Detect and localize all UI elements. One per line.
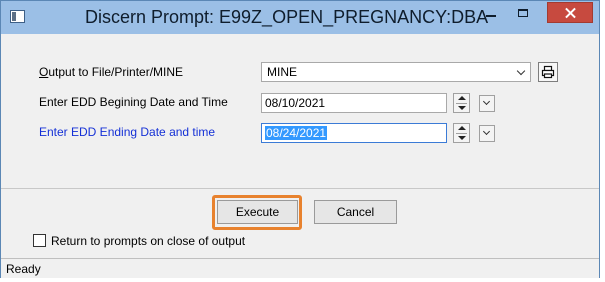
edd-begin-value: 08/10/2021	[265, 96, 326, 110]
edd-begin-spinner[interactable]	[453, 93, 470, 113]
edd-end-spinner[interactable]	[453, 123, 470, 143]
discern-prompt-window: Discern Prompt: E99Z_OPEN_PREGNANCY:DBA …	[0, 0, 600, 278]
chevron-down-icon	[516, 66, 526, 76]
minimize-button[interactable]	[481, 5, 501, 25]
spin-down-icon[interactable]	[458, 136, 466, 140]
title-bar[interactable]: Discern Prompt: E99Z_OPEN_PREGNANCY:DBA	[1, 1, 599, 34]
window-title: Discern Prompt: E99Z_OPEN_PREGNANCY:DBA	[85, 7, 489, 27]
edd-end-value: 08/24/2021	[265, 126, 328, 140]
execute-highlight-box	[212, 195, 302, 230]
status-text: Ready	[6, 262, 41, 276]
divider	[1, 188, 599, 189]
output-value: MINE	[267, 65, 297, 79]
return-to-prompts-checkbox[interactable]	[33, 234, 46, 247]
app-window-icon	[10, 10, 25, 23]
maximize-button[interactable]	[513, 5, 533, 25]
output-dropdown[interactable]: MINE	[261, 62, 531, 82]
printer-button[interactable]	[538, 62, 558, 82]
edd-begin-date-input[interactable]: 08/10/2021	[261, 93, 447, 113]
spin-up-icon[interactable]	[458, 126, 466, 130]
close-button[interactable]	[547, 2, 593, 23]
edd-end-calendar-dropdown[interactable]	[479, 125, 495, 142]
edd-end-label: Enter EDD Ending Date and time	[39, 125, 216, 139]
output-prompt-label: Output to File/Printer/MINE	[39, 65, 183, 79]
return-to-prompts-label: Return to prompts on close of output	[51, 234, 246, 248]
output-accesskey: O	[39, 65, 49, 79]
spin-down-icon[interactable]	[458, 106, 466, 110]
edd-begin-label: Enter EDD Begining Date and Time	[39, 95, 228, 109]
printer-icon	[541, 65, 555, 79]
edd-begin-calendar-dropdown[interactable]	[479, 95, 495, 112]
output-label-text: utput to File/Printer/MINE	[48, 65, 184, 79]
spin-up-icon[interactable]	[458, 96, 466, 100]
status-bar: Ready	[1, 258, 599, 278]
edd-end-date-input[interactable]: 08/24/2021	[261, 123, 447, 143]
cancel-button[interactable]: Cancel	[314, 200, 397, 224]
